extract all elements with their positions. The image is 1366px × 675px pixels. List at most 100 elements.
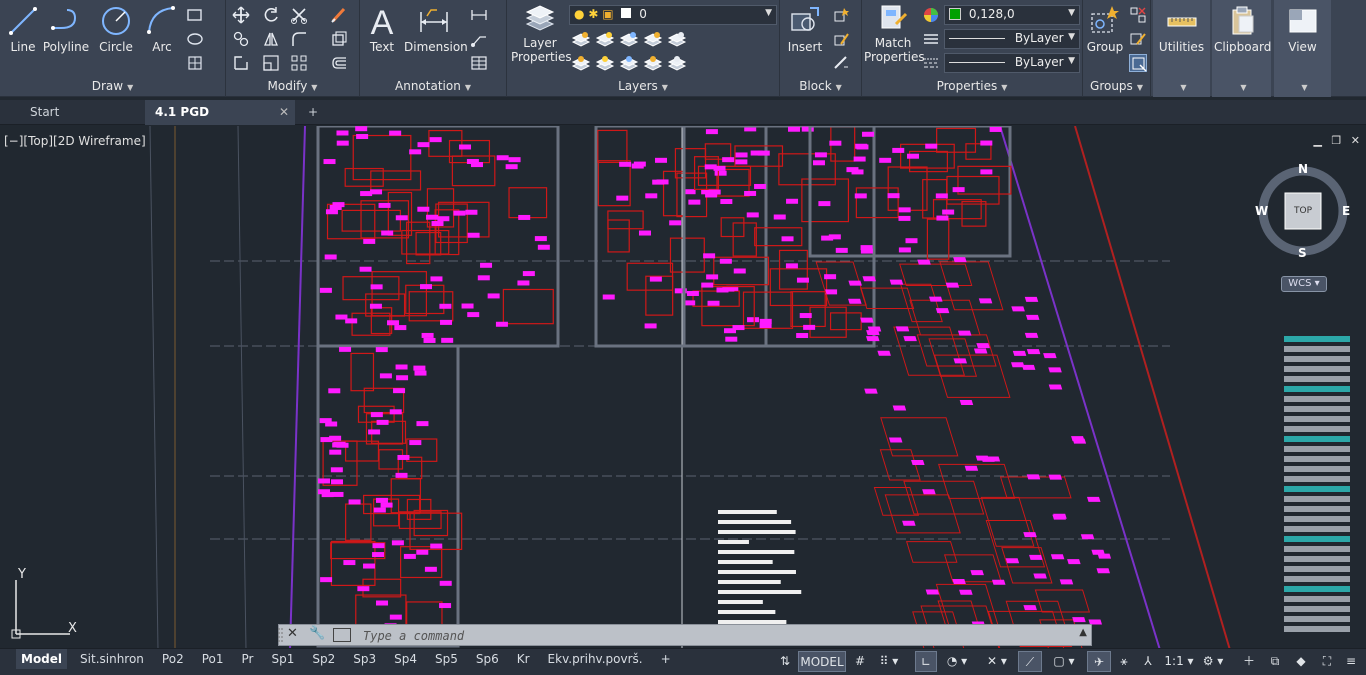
clipboard-chevron-down-icon[interactable]: ▼ — [1212, 79, 1271, 95]
new-layout-button[interactable]: + — [656, 649, 676, 669]
layer-freeze-icon[interactable] — [571, 54, 591, 72]
groups-panel-title[interactable]: Groups ▼ — [1083, 79, 1150, 95]
layer-lock-icon[interactable] — [643, 54, 663, 72]
leader-icon[interactable] — [470, 30, 488, 48]
copy-icon[interactable] — [232, 30, 250, 48]
ungroup-icon[interactable] — [1129, 6, 1147, 24]
layout-tab[interactable]: Sp4 — [389, 649, 422, 669]
explode-icon[interactable] — [330, 30, 348, 48]
view-panel[interactable]: View ▼ — [1274, 0, 1331, 97]
layer-properties-tool[interactable]: Layer Properties — [511, 4, 572, 64]
utilities-panel[interactable]: Utilities ▼ — [1153, 0, 1210, 97]
properties-panel-title[interactable]: Properties ▼ — [862, 79, 1082, 95]
hamburger-menu-icon[interactable]: ≡ — [1340, 651, 1362, 672]
move-icon[interactable] — [232, 6, 250, 24]
layout-tab[interactable]: Sp2 — [307, 649, 340, 669]
viewcube-north[interactable]: N — [1298, 162, 1308, 176]
plus-icon[interactable]: ＋ — [1238, 651, 1260, 672]
mirror-icon[interactable] — [262, 30, 280, 48]
modify-panel-title[interactable]: Modify ▼ — [226, 79, 359, 95]
stretch-icon[interactable] — [232, 54, 250, 72]
viewcube-top-face[interactable]: TOP — [1290, 206, 1316, 216]
linear-dimension-icon[interactable] — [470, 6, 488, 24]
grid-icon[interactable]: # — [850, 651, 870, 672]
model-space-button[interactable]: MODEL — [798, 651, 846, 672]
gear-icon[interactable]: ⚙ ▾ — [1198, 651, 1228, 672]
layer-isolate-icon[interactable] — [619, 30, 639, 48]
array-icon[interactable] — [290, 54, 308, 72]
new-tab-button[interactable]: + — [298, 100, 328, 125]
ortho-icon[interactable]: ∟ — [915, 651, 937, 672]
viewport-controls-label[interactable]: [−][Top][2D Wireframe] — [4, 134, 146, 148]
view-tool[interactable]: View — [1276, 4, 1329, 54]
annotation-scale-dropdown[interactable]: 1:1 ▾ — [1160, 651, 1198, 672]
polar-icon[interactable]: ◔ ▾ — [940, 651, 974, 672]
match-properties-tool[interactable]: Match Properties — [864, 4, 925, 64]
arc-tool[interactable]: Arc — [144, 4, 180, 54]
auto-scale-icon[interactable]: ⚹ — [1113, 651, 1135, 672]
close-icon[interactable]: ✕ — [287, 626, 298, 641]
color-dropdown[interactable]: 0,128,0 ▼ — [944, 5, 1080, 25]
layer-off-icon[interactable] — [595, 30, 615, 48]
dimension-tool[interactable]: Dimension — [404, 4, 468, 54]
fillet-icon[interactable] — [290, 30, 308, 48]
layer-isolate-icon[interactable] — [619, 54, 639, 72]
table-icon[interactable] — [470, 54, 488, 72]
layout-tab[interactable]: Sp1 — [266, 649, 299, 669]
isolate-objects-icon[interactable]: ⧉ — [1264, 651, 1286, 672]
viewcube-west[interactable]: W — [1255, 204, 1268, 218]
snap-icon[interactable]: ⠿ ▾ — [874, 651, 904, 672]
object-snap-tracking-icon[interactable]: ⟋ — [1018, 651, 1042, 672]
close-icon[interactable]: ✕ — [279, 100, 289, 125]
clipboard-panel[interactable]: Clipboard ▼ — [1212, 0, 1271, 97]
erase-icon[interactable] — [330, 6, 348, 24]
layers-panel-title[interactable]: Layers ▼ — [507, 79, 779, 95]
group-edit-icon[interactable] — [1129, 30, 1147, 48]
layout-tab[interactable]: Sit.sinhron — [75, 649, 149, 669]
gradient-icon[interactable] — [186, 54, 204, 72]
linetype-dropdown[interactable]: ByLayer ▼ — [944, 29, 1080, 49]
layout-tab[interactable]: Ekv.prihv.površ. — [543, 649, 648, 669]
drag-grip-icon[interactable] — [277, 625, 285, 647]
layer-match-icon[interactable] — [667, 30, 687, 48]
drawing-canvas[interactable]: [−][Top][2D Wireframe] ▁ ❐ ✕ N S W E TOP… — [0, 126, 1366, 650]
insert-tool[interactable]: Insert — [784, 4, 826, 54]
utilities-chevron-down-icon[interactable]: ▼ — [1153, 79, 1210, 95]
minimize-icon[interactable]: ▁ — [1313, 134, 1321, 147]
customization-icon[interactable]: ⇅ — [775, 651, 795, 672]
tab-document[interactable]: 4.1 PGD Trgovačka* ✕ — [145, 100, 295, 144]
draw-panel-title[interactable]: Draw ▼ — [0, 79, 225, 95]
viewcube[interactable]: N S W E TOP — [1254, 162, 1352, 260]
layout-tab[interactable]: Po1 — [197, 649, 229, 669]
layout-tab[interactable]: Po2 — [157, 649, 189, 669]
layout-tab[interactable]: Sp3 — [348, 649, 381, 669]
edit-block-icon[interactable] — [832, 30, 850, 48]
utilities-tool[interactable]: Utilities — [1155, 4, 1208, 54]
layer-dropdown[interactable]: ● ✱ ▣ 0 ▼ — [569, 5, 777, 25]
fullscreen-icon[interactable]: ⛶ — [1316, 651, 1338, 672]
line-tool[interactable]: Line — [6, 4, 40, 54]
layer-match-icon[interactable] — [667, 54, 687, 72]
layer-lock-icon[interactable] — [643, 30, 663, 48]
rotate-icon[interactable] — [262, 6, 280, 24]
object-snap-icon[interactable]: ▢ ▾ — [1046, 651, 1082, 672]
close-icon[interactable]: ✕ — [1351, 134, 1360, 147]
trim-icon[interactable] — [290, 6, 308, 24]
edit-attributes-icon[interactable] — [832, 54, 850, 72]
annotation-visibility-icon[interactable]: ✈ — [1087, 651, 1111, 672]
group-selection-icon[interactable] — [1129, 54, 1147, 72]
lineweight-dropdown[interactable]: ByLayer ▼ — [944, 53, 1080, 73]
layout-tab[interactable]: Kr — [512, 649, 535, 669]
layer-off-icon[interactable] — [595, 54, 615, 72]
hatch-icon[interactable] — [186, 30, 204, 48]
offset-icon[interactable] — [330, 54, 348, 72]
create-block-icon[interactable] — [832, 6, 850, 24]
tab-start[interactable]: Start — [20, 100, 142, 125]
text-tool[interactable]: A Text — [364, 4, 400, 54]
block-panel-title[interactable]: Block ▼ — [780, 79, 861, 95]
wcs-dropdown[interactable]: WCS ▾ — [1281, 276, 1327, 292]
scale-icon[interactable] — [262, 54, 280, 72]
layout-tab[interactable]: Model — [16, 649, 68, 669]
recent-commands-icon[interactable] — [333, 628, 351, 642]
hardware-acceleration-icon[interactable]: ◆ — [1290, 651, 1312, 672]
